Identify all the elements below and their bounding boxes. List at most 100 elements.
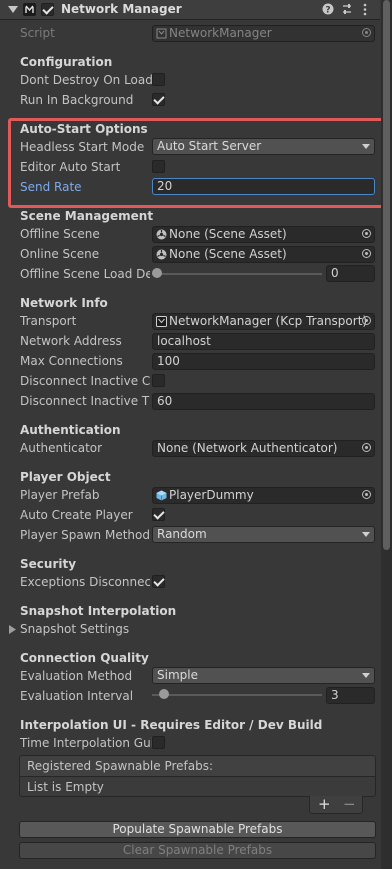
- evaluation-method-dropdown[interactable]: Simple: [152, 667, 375, 684]
- authenticator-field[interactable]: None (Network Authenticator): [152, 440, 375, 457]
- svg-text:?: ?: [325, 6, 330, 16]
- offline-delay-label: Offline Scene Load Del: [20, 267, 150, 281]
- object-picker-icon[interactable]: [362, 316, 371, 325]
- authenticator-label: Authenticator: [20, 441, 103, 455]
- disconnect-inactive-label: Disconnect Inactive Co: [20, 374, 150, 388]
- object-picker-icon[interactable]: [362, 490, 371, 499]
- section-connection-quality: Connection Quality: [20, 651, 149, 665]
- chevron-down-icon: [362, 673, 370, 678]
- script-file-icon: [156, 28, 167, 39]
- section-security: Security: [20, 557, 77, 571]
- chevron-down-icon: [362, 532, 370, 537]
- max-connections-input[interactable]: 100: [152, 353, 375, 370]
- spawn-method-label: Player Spawn Method: [20, 528, 150, 542]
- component-header: Network Manager ?: [0, 0, 380, 20]
- section-scene-management: Scene Management: [20, 209, 154, 223]
- snapshot-settings-label[interactable]: Snapshot Settings: [20, 622, 129, 636]
- exceptions-label: Exceptions Disconnect: [20, 575, 150, 589]
- spawn-method-dropdown[interactable]: Random: [152, 526, 375, 543]
- script-value: NetworkManager: [169, 26, 272, 40]
- disconnect-timeout-value: 60: [157, 394, 173, 408]
- offline-scene-label: Offline Scene: [20, 227, 100, 241]
- player-prefab-value: PlayerDummy: [169, 488, 254, 502]
- add-icon[interactable]: +: [318, 795, 331, 813]
- run-background-checkbox[interactable]: [152, 93, 165, 106]
- section-configuration: Configuration: [20, 55, 113, 69]
- evaluation-interval-input[interactable]: 3: [326, 687, 375, 704]
- vertical-scrollbar[interactable]: [381, 0, 392, 869]
- section-player-object: Player Object: [20, 470, 111, 484]
- spawnable-list-header: Registered Spawnable Prefabs:: [19, 755, 376, 776]
- network-address-input[interactable]: localhost: [152, 333, 375, 350]
- spawn-method-value: Random: [157, 527, 207, 541]
- scrollbar-thumb[interactable]: [383, 0, 390, 550]
- help-icon[interactable]: ?: [322, 3, 334, 15]
- offline-delay-value: 0: [331, 266, 339, 280]
- object-picker-icon[interactable]: [362, 249, 371, 258]
- object-picker-icon[interactable]: [362, 443, 371, 452]
- run-background-label: Run In Background: [20, 93, 134, 107]
- kcp-transport-icon: [156, 316, 167, 327]
- online-scene-value: None (Scene Asset): [169, 247, 287, 261]
- dont-destroy-label: Dont Destroy On Load: [20, 73, 153, 87]
- online-scene-field[interactable]: None (Scene Asset): [152, 246, 375, 263]
- object-picker-icon[interactable]: [362, 229, 371, 238]
- evaluation-method-label: Evaluation Method: [20, 669, 133, 683]
- disconnect-timeout-input[interactable]: 60: [152, 393, 375, 410]
- foldout-right-icon[interactable]: [9, 625, 16, 634]
- auto-create-label: Auto Create Player: [20, 508, 133, 522]
- player-prefab-label: Player Prefab: [20, 488, 100, 502]
- disconnect-timeout-label: Disconnect Inactive Tir: [20, 394, 150, 408]
- context-menu-icon[interactable]: [362, 3, 368, 16]
- evaluation-method-value: Simple: [157, 668, 198, 682]
- component-title: Network Manager: [61, 2, 182, 16]
- scene-asset-icon: [156, 249, 167, 260]
- network-address-value: localhost: [157, 334, 211, 348]
- clear-spawnables-button[interactable]: Clear Spawnable Prefabs: [19, 842, 376, 859]
- highlight-frame: [8, 118, 385, 208]
- evaluation-interval-slider-knob[interactable]: [159, 689, 169, 699]
- time-gui-checkbox[interactable]: [152, 736, 165, 749]
- component-enabled-checkbox[interactable]: [41, 3, 54, 16]
- dont-destroy-checkbox[interactable]: [152, 73, 165, 86]
- prefab-cube-icon: [156, 490, 167, 501]
- populate-spawnables-button[interactable]: Populate Spawnable Prefabs: [19, 821, 376, 838]
- player-prefab-field[interactable]: PlayerDummy: [152, 487, 375, 504]
- time-gui-label: Time Interpolation Gui: [20, 736, 155, 750]
- disconnect-inactive-checkbox[interactable]: [152, 374, 165, 387]
- authenticator-value: None (Network Authenticator): [157, 441, 338, 455]
- remove-icon[interactable]: −: [343, 795, 356, 813]
- offline-delay-input[interactable]: 0: [326, 265, 375, 282]
- object-picker-icon: [362, 28, 371, 37]
- list-footer: + −: [309, 795, 363, 814]
- section-network-info: Network Info: [20, 296, 108, 310]
- max-connections-value: 100: [157, 354, 180, 368]
- transport-label: Transport: [20, 314, 77, 328]
- max-connections-label: Max Connections: [20, 354, 123, 368]
- spawnable-list-title: Registered Spawnable Prefabs:: [27, 759, 214, 773]
- transport-field[interactable]: NetworkManager (Kcp Transport): [152, 313, 375, 330]
- preset-settings-icon[interactable]: [341, 3, 353, 15]
- foldout-arrow-icon[interactable]: [8, 4, 18, 14]
- auto-create-checkbox[interactable]: [152, 508, 165, 521]
- script-field: NetworkManager: [152, 25, 375, 42]
- transport-value: NetworkManager (Kcp Transport): [169, 314, 368, 328]
- script-label: Script: [20, 26, 55, 40]
- offline-scene-field[interactable]: None (Scene Asset): [152, 226, 375, 243]
- network-address-label: Network Address: [20, 334, 122, 348]
- component-script-icon: [23, 3, 36, 16]
- offline-scene-value: None (Scene Asset): [169, 227, 287, 241]
- scene-asset-icon: [156, 229, 167, 240]
- section-snapshot: Snapshot Interpolation: [20, 604, 177, 618]
- evaluation-interval-label: Evaluation Interval: [20, 689, 134, 703]
- section-interpolation-ui: Interpolation UI - Requires Editor / Dev…: [20, 718, 323, 732]
- spawnable-list-empty: List is Empty: [27, 780, 104, 794]
- section-authentication: Authentication: [20, 423, 121, 437]
- offline-delay-slider-knob[interactable]: [152, 268, 162, 278]
- spawnable-list-body: List is Empty: [19, 776, 376, 797]
- evaluation-interval-value: 3: [331, 688, 339, 702]
- evaluation-interval-slider-track[interactable]: [152, 694, 322, 696]
- exceptions-checkbox[interactable]: [152, 575, 165, 588]
- online-scene-label: Online Scene: [20, 247, 100, 261]
- offline-delay-slider-track[interactable]: [152, 273, 322, 275]
